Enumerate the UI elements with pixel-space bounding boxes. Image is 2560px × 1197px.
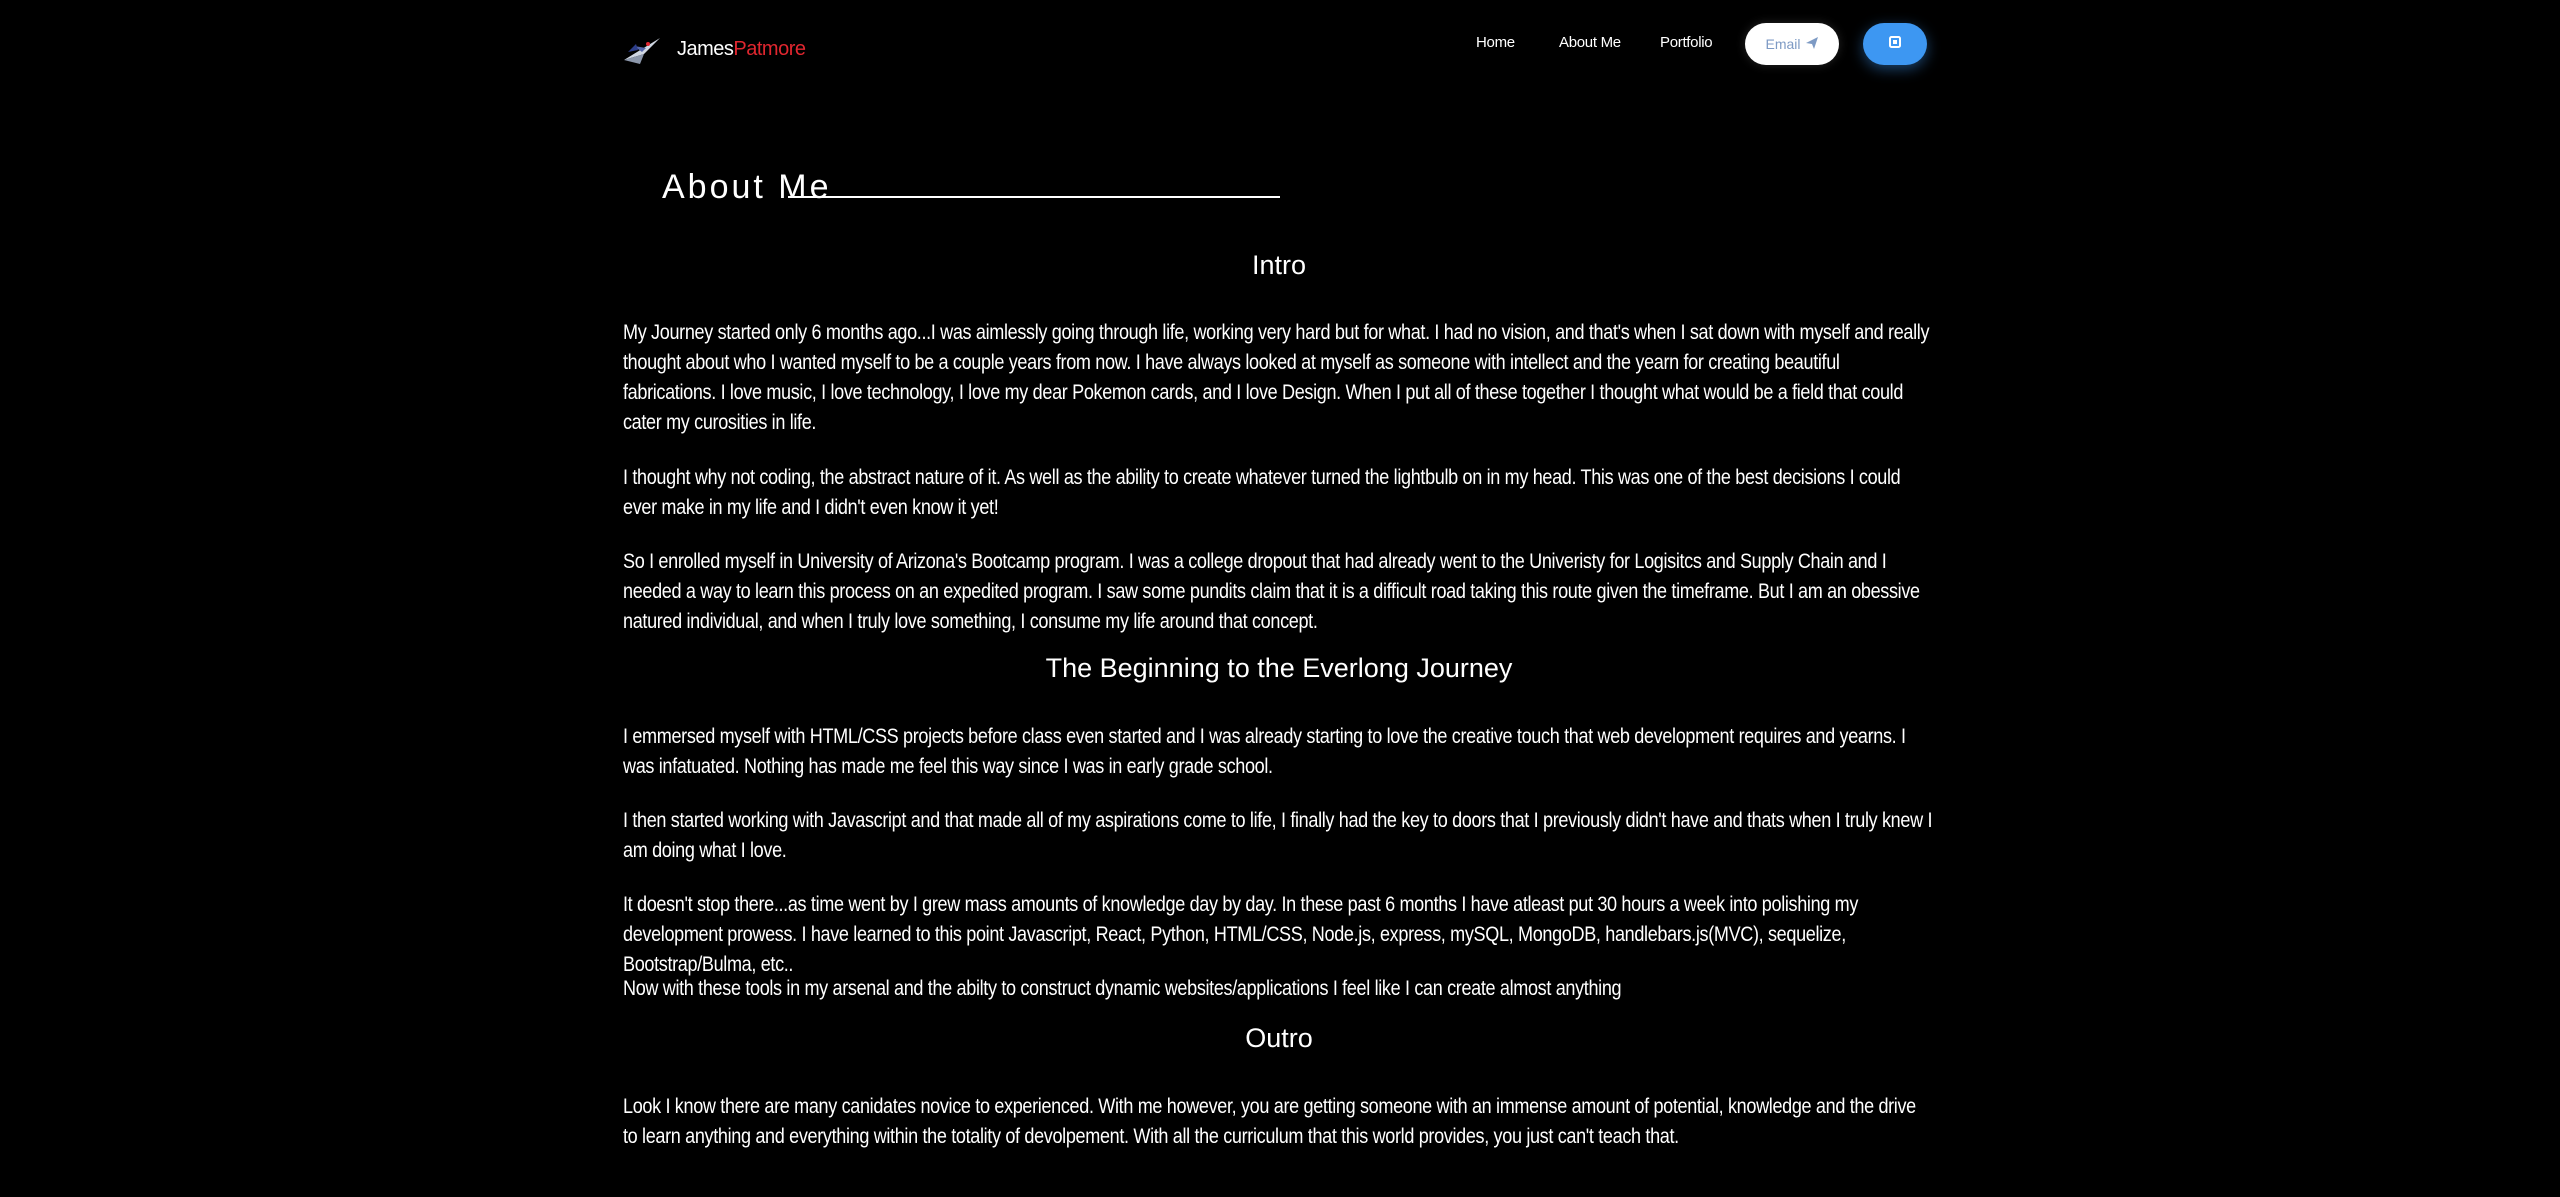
email-button[interactable]: Email xyxy=(1745,23,1839,65)
intro-paragraph-3: So I enrolled myself in University of Ar… xyxy=(623,550,1920,633)
nav-link-portfolio[interactable]: Portfolio xyxy=(1660,34,1713,51)
brand-last-name: Patmore xyxy=(733,38,806,60)
beginning-paragraph-3: It doesn't stop there...as time went by … xyxy=(623,893,1859,976)
jet-logo-icon[interactable] xyxy=(622,34,662,66)
intro-paragraph-2: I thought why not coding, the abstract n… xyxy=(623,466,1901,519)
outro-paragraph-1: Look I know there are many canidates nov… xyxy=(623,1095,1916,1148)
nav-link-about-me[interactable]: About Me xyxy=(1559,34,1621,51)
beginning-paragraph-1: I emmersed myself with HTML/CSS projects… xyxy=(623,725,1906,778)
page-title: About Me xyxy=(662,168,832,206)
beginning-paragraph-2: I then started working with Javascript a… xyxy=(623,809,1933,862)
section-heading-intro: Intro xyxy=(1251,250,1307,280)
email-button-label: Email xyxy=(1765,36,1801,52)
brand-first-name: James xyxy=(677,38,734,60)
title-underline xyxy=(788,196,1280,198)
cta-button[interactable] xyxy=(1863,23,1927,65)
top-nav: JamesPatmore Home About Me Portfolio Ema… xyxy=(0,0,2560,100)
nav-link-home[interactable]: Home xyxy=(1476,34,1515,51)
brand-name[interactable]: JamesPatmore xyxy=(677,38,806,61)
section-heading-outro: Outro xyxy=(1245,1023,1313,1053)
square-icon xyxy=(1888,35,1902,54)
paper-plane-icon xyxy=(1805,36,1819,53)
beginning-paragraph-4: Now with these tools in my arsenal and t… xyxy=(623,977,1622,1000)
intro-paragraph-1: My Journey started only 6 months ago...I… xyxy=(623,321,1930,434)
section-heading-beginning: The Beginning to the Everlong Journey xyxy=(1045,653,1513,683)
